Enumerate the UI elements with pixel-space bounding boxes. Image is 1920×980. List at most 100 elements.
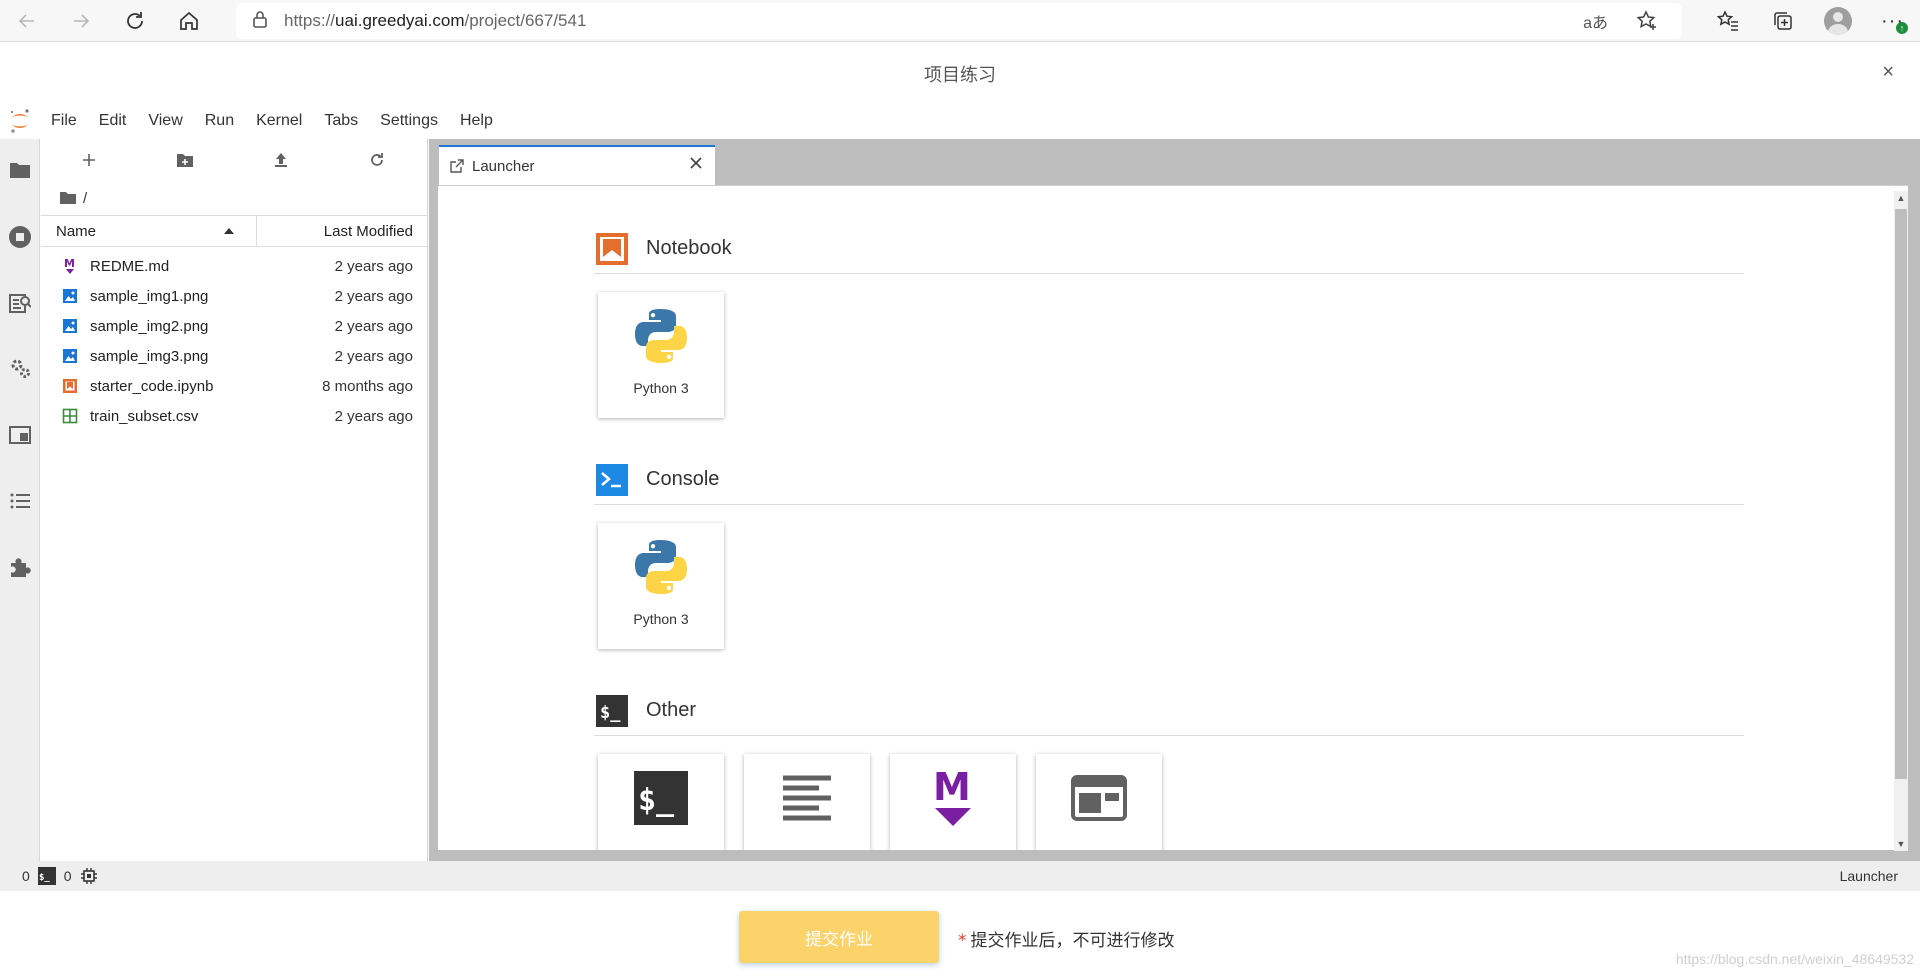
file-row-sample-img1[interactable]: sample_img1.png 2 years ago — [41, 281, 427, 311]
menu-run[interactable]: Run — [194, 103, 245, 139]
card-label: Python 3 — [633, 611, 689, 627]
folder-icon[interactable] — [59, 191, 77, 205]
terminal-icon: $_ — [598, 766, 724, 830]
image-file-icon — [59, 287, 81, 305]
scroll-down-icon[interactable]: ▼ — [1896, 839, 1906, 849]
menu-edit[interactable]: Edit — [88, 103, 138, 139]
profile-button[interactable] — [1810, 0, 1865, 42]
notebook-file-icon — [59, 377, 81, 395]
menu-file[interactable]: File — [40, 103, 88, 139]
plus-icon — [83, 154, 95, 166]
home-icon — [180, 11, 198, 30]
contextual-help-card[interactable] — [1036, 754, 1162, 850]
file-row-sample-img2[interactable]: sample_img2.png 2 years ago — [41, 311, 427, 341]
notebook-python3-card[interactable]: Python 3 — [598, 292, 724, 418]
close-icon[interactable]: × — [1882, 61, 1894, 84]
new-launcher-button[interactable] — [41, 139, 137, 181]
menu-view[interactable]: View — [137, 103, 193, 139]
kernels-count: 0 — [22, 868, 30, 884]
modified-header-label: Last Modified — [323, 222, 413, 240]
text-file-icon — [744, 766, 870, 830]
folder-tab-icon[interactable] — [0, 150, 40, 190]
property-inspector-gears-icon[interactable] — [0, 349, 40, 389]
upload-icon — [275, 153, 287, 167]
console-section-header: Console — [594, 462, 1744, 505]
file-browser: / Name Last Modified M REDME.md 2 years … — [41, 139, 428, 861]
menu-help[interactable]: Help — [449, 103, 504, 139]
submit-homework-button[interactable]: 提交作业 — [739, 911, 939, 963]
name-column-header[interactable]: Name — [41, 216, 257, 246]
jupyter-menubar: File Edit View Run Kernel Tabs Settings … — [0, 103, 1920, 139]
add-favorite-icon[interactable] — [1636, 10, 1658, 32]
favorites-icon — [1716, 10, 1738, 31]
back-button[interactable] — [0, 0, 54, 42]
settings-more-button[interactable]: ··· ↑ — [1865, 0, 1920, 42]
section-title: Other — [646, 699, 697, 721]
other-icon: $_ — [594, 693, 630, 729]
commands-icon[interactable] — [0, 283, 40, 323]
contextual-help-icon — [1036, 766, 1162, 830]
url-path: /project/667/541 — [464, 11, 587, 30]
breadcrumb-root[interactable]: / — [83, 190, 87, 207]
other-section: $_ Other $_ M — [594, 693, 1744, 850]
file-modified: 2 years ago — [334, 347, 413, 365]
upload-button[interactable] — [233, 139, 329, 181]
kernel-status[interactable]: 0 $_ 0 — [22, 867, 98, 885]
console-icon — [594, 462, 630, 498]
menu-kernel[interactable]: Kernel — [245, 103, 313, 139]
status-bar: 0 $_ 0 Launcher — [0, 861, 1920, 891]
running-stop-icon[interactable] — [0, 217, 40, 257]
menu-settings[interactable]: Settings — [369, 103, 449, 139]
activity-sidebar — [0, 139, 40, 861]
console-section: Console Python 3 — [594, 462, 1744, 649]
markdown-file-icon: M — [59, 257, 81, 275]
scrollbar-thumb[interactable] — [1895, 209, 1907, 779]
section-title: Console — [646, 468, 720, 490]
favorites-button[interactable] — [1700, 0, 1755, 42]
forward-button[interactable] — [54, 0, 108, 42]
svg-text:$_: $_ — [39, 873, 50, 883]
file-row-train-subset[interactable]: train_subset.csv 2 years ago — [41, 401, 427, 431]
notebook-icon — [594, 231, 630, 267]
home-button[interactable] — [162, 0, 216, 42]
table-of-contents-icon[interactable] — [0, 481, 40, 521]
file-row-starter-code[interactable]: starter_code.ipynb 8 months ago — [41, 371, 427, 401]
collections-icon — [1773, 12, 1792, 30]
other-cards: $_ M — [598, 754, 1162, 850]
markdown-file-card[interactable]: M — [890, 754, 1016, 850]
menu-tabs[interactable]: Tabs — [313, 103, 369, 139]
jupyter-logo-icon — [0, 103, 40, 139]
terminal-card[interactable]: $_ — [598, 754, 724, 850]
text-file-card[interactable] — [744, 754, 870, 850]
tab-close-icon[interactable] — [689, 156, 703, 174]
project-title: 项目练习 — [924, 65, 996, 86]
collections-button[interactable] — [1755, 0, 1810, 42]
avatar — [1823, 7, 1852, 35]
status-right-label: Launcher — [1839, 868, 1898, 884]
notebook-section-header: Notebook — [594, 231, 1744, 274]
lock-icon[interactable] — [252, 10, 268, 33]
tabs-list-icon[interactable] — [0, 415, 40, 455]
file-modified: 2 years ago — [334, 317, 413, 335]
spreadsheet-file-icon — [59, 407, 81, 425]
tab-launcher[interactable]: Launcher — [439, 145, 715, 185]
file-row-sample-img3[interactable]: sample_img3.png 2 years ago — [41, 341, 427, 371]
terminals-count: 0 — [63, 868, 72, 884]
arrow-left-icon — [18, 13, 34, 28]
markdown-icon: M — [890, 766, 1016, 830]
file-row-redme[interactable]: M REDME.md 2 years ago — [41, 251, 427, 281]
read-aloud-button[interactable]: aあ — [1583, 9, 1608, 33]
url-prefix: https:// — [284, 11, 336, 30]
new-folder-button[interactable] — [137, 139, 233, 181]
address-bar[interactable]: https://uai.greedyai.com/project/667/541… — [236, 3, 1682, 39]
refresh-button[interactable] — [108, 0, 162, 42]
modified-column-header[interactable]: Last Modified — [257, 216, 427, 246]
console-python3-card[interactable]: Python 3 — [598, 523, 724, 649]
file-name: train_subset.csv — [90, 407, 199, 425]
extension-puzzle-icon[interactable] — [0, 547, 40, 587]
svg-text:M: M — [64, 257, 75, 270]
file-name: starter_code.ipynb — [90, 377, 214, 395]
launcher-scrollbar[interactable]: ▲ ▼ — [1894, 191, 1908, 851]
refresh-files-button[interactable] — [329, 139, 425, 181]
scroll-up-icon[interactable]: ▲ — [1896, 193, 1906, 203]
